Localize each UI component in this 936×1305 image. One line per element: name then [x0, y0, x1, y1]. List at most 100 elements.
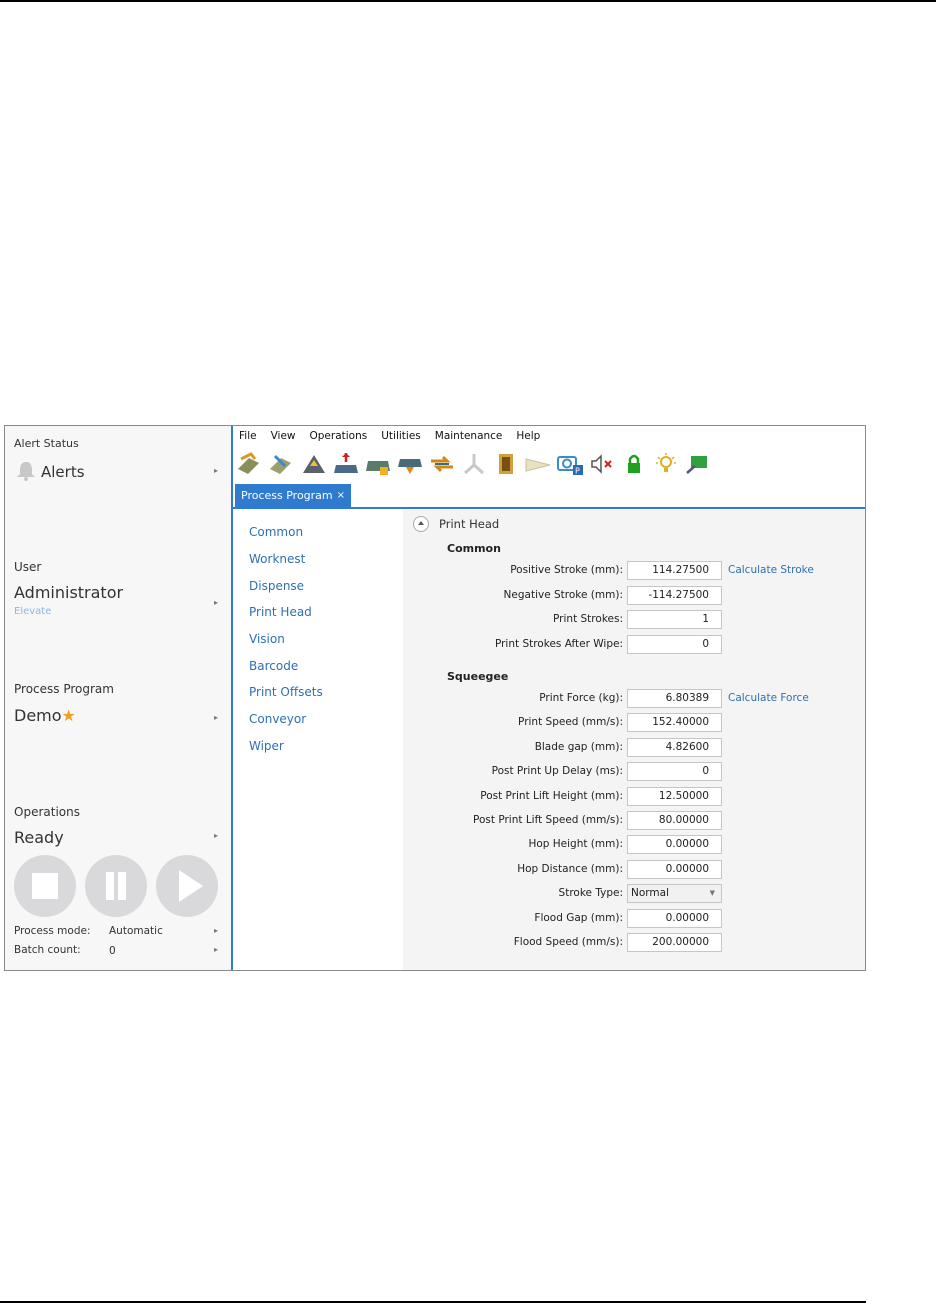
board-in-icon[interactable]	[331, 451, 361, 477]
menu-bar: File View Operations Utilities Maintenan…	[233, 430, 548, 448]
pause-button[interactable]	[85, 855, 147, 917]
value-field[interactable]: 80.00000	[627, 811, 722, 830]
nav-item-wiper[interactable]: Wiper	[249, 739, 284, 753]
chevron-down-icon: ▼	[709, 889, 715, 898]
monitor-icon[interactable]	[683, 451, 713, 477]
stop-button[interactable]	[14, 855, 76, 917]
wiper-icon[interactable]	[523, 451, 553, 477]
value-field[interactable]: 200.00000	[627, 933, 722, 952]
batch-count-value[interactable]: 0	[109, 945, 116, 957]
nav-item-print-offsets[interactable]: Print Offsets	[249, 685, 323, 699]
calculate-link[interactable]: Calculate Stroke	[728, 564, 814, 576]
elevate-link[interactable]: Elevate	[14, 606, 51, 617]
process-program-name[interactable]: Demo★	[14, 706, 76, 725]
lock-icon[interactable]	[619, 451, 649, 477]
group-title-squeegee: Squeegee	[447, 670, 509, 683]
application-window: Alert Status Alerts ▸ User Administrator…	[4, 425, 866, 971]
field-label: Print Force (kg):	[539, 692, 623, 704]
batch-count-chevron-icon[interactable]: ▸	[214, 945, 218, 954]
nav-item-common[interactable]: Common	[249, 525, 303, 539]
alert-status-label: Alert Status	[14, 437, 79, 450]
select-value: Normal	[631, 887, 669, 900]
value-field[interactable]: 152.40000	[627, 713, 722, 733]
field-label: Flood Gap (mm):	[534, 911, 623, 924]
process-program-label: Process Program	[14, 682, 114, 696]
nav-item-conveyor[interactable]: Conveyor	[249, 712, 306, 726]
field-label: Blade gap (mm):	[534, 740, 623, 753]
collapse-icon[interactable]	[413, 516, 429, 532]
close-icon[interactable]: ×	[337, 484, 345, 507]
field-label: Print Strokes After Wipe:	[494, 637, 623, 650]
menu-file[interactable]: File	[233, 430, 265, 448]
nav-item-worknest[interactable]: Worknest	[249, 552, 305, 566]
field-label: Negative Stroke (mm):	[503, 588, 623, 601]
tab-label: Process Program	[241, 489, 333, 502]
mute-icon[interactable]	[587, 451, 617, 477]
page-bottom-rule	[0, 1301, 866, 1303]
menu-operations[interactable]: Operations	[304, 430, 376, 448]
alerts-button[interactable]: Alerts	[41, 463, 85, 481]
light-icon[interactable]	[651, 451, 681, 477]
stroke-type-select[interactable]: Normal ▼	[627, 884, 722, 904]
value-field[interactable]: 6.80389	[627, 689, 722, 708]
play-button[interactable]	[156, 855, 218, 917]
page-top-rule	[0, 0, 936, 2]
menu-view[interactable]: View	[265, 430, 304, 448]
alerts-chevron-icon[interactable]: ▸	[214, 466, 218, 475]
play-icon	[179, 870, 203, 902]
bell-icon	[17, 462, 35, 481]
process-mode-chevron-icon[interactable]: ▸	[214, 926, 218, 935]
field-label: Flood Speed (mm/s):	[513, 936, 623, 948]
nav-item-barcode[interactable]: Barcode	[249, 659, 298, 673]
value-field[interactable]: 0	[627, 634, 722, 654]
tab-process-program[interactable]: Process Program ×	[235, 484, 351, 507]
main-area: File View Operations Utilities Maintenan…	[233, 426, 865, 970]
nav-item-print-head[interactable]: Print Head	[249, 605, 312, 619]
value-field[interactable]: 114.27500	[627, 561, 722, 580]
menu-utilities[interactable]: Utilities	[375, 430, 429, 448]
value-field[interactable]: 12.50000	[627, 786, 722, 806]
squeegee-icon[interactable]	[459, 451, 489, 477]
calculate-link[interactable]: Calculate Force	[728, 692, 809, 704]
board-out-icon[interactable]	[395, 451, 425, 477]
nav-item-vision[interactable]: Vision	[249, 632, 285, 646]
tab-strip: Process Program ×	[233, 484, 865, 509]
field-label: Post Print Lift Height (mm):	[480, 789, 623, 802]
load-board-icon[interactable]	[235, 451, 265, 477]
program-chevron-icon[interactable]: ▸	[214, 713, 218, 722]
camera-p-icon[interactable]: P	[555, 451, 585, 477]
process-mode-value[interactable]: Automatic	[109, 925, 163, 937]
value-field[interactable]: -114.27500	[627, 585, 722, 605]
user-chevron-icon[interactable]: ▸	[214, 598, 218, 607]
user-name[interactable]: Administrator	[14, 583, 123, 602]
status-panel: Alert Status Alerts ▸ User Administrator…	[5, 426, 233, 970]
value-field[interactable]: 4.82600	[627, 737, 722, 757]
value-field[interactable]: 0.00000	[627, 835, 722, 855]
settings-panel: Print Head Common Positive Stroke (mm): 1…	[403, 510, 865, 970]
modified-star-icon: ★	[61, 706, 76, 725]
toolbar: P	[235, 450, 715, 478]
section-nav: Common Worknest Dispense Print Head Visi…	[233, 510, 403, 970]
batch-count-label: Batch count:	[14, 944, 81, 956]
group-title-common: Common	[447, 542, 501, 555]
raise-table-icon[interactable]	[299, 451, 329, 477]
value-field[interactable]: 0	[627, 762, 722, 782]
value-field[interactable]: 0.00000	[627, 908, 722, 928]
field-label: Post Print Up Delay (ms):	[491, 765, 623, 778]
nav-item-dispense[interactable]: Dispense	[249, 579, 304, 593]
dispense-icon[interactable]	[491, 451, 521, 477]
menu-maintenance[interactable]: Maintenance	[429, 430, 511, 448]
operations-state[interactable]: Ready	[14, 828, 64, 847]
value-field[interactable]: 0.00000	[627, 859, 722, 879]
menu-help[interactable]: Help	[510, 430, 548, 448]
field-label: Hop Distance (mm):	[517, 862, 623, 875]
field-label: Post Print Lift Speed (mm/s):	[473, 814, 623, 826]
unload-board-icon[interactable]	[267, 451, 297, 477]
user-label: User	[14, 560, 42, 574]
field-label: Print Strokes:	[553, 613, 623, 625]
operations-chevron-icon[interactable]: ▸	[214, 831, 218, 840]
cycle-icon[interactable]	[427, 451, 457, 477]
field-label: Hop Height (mm):	[528, 838, 623, 851]
value-field[interactable]: 1	[627, 610, 722, 629]
board-transfer-icon[interactable]	[363, 451, 393, 477]
